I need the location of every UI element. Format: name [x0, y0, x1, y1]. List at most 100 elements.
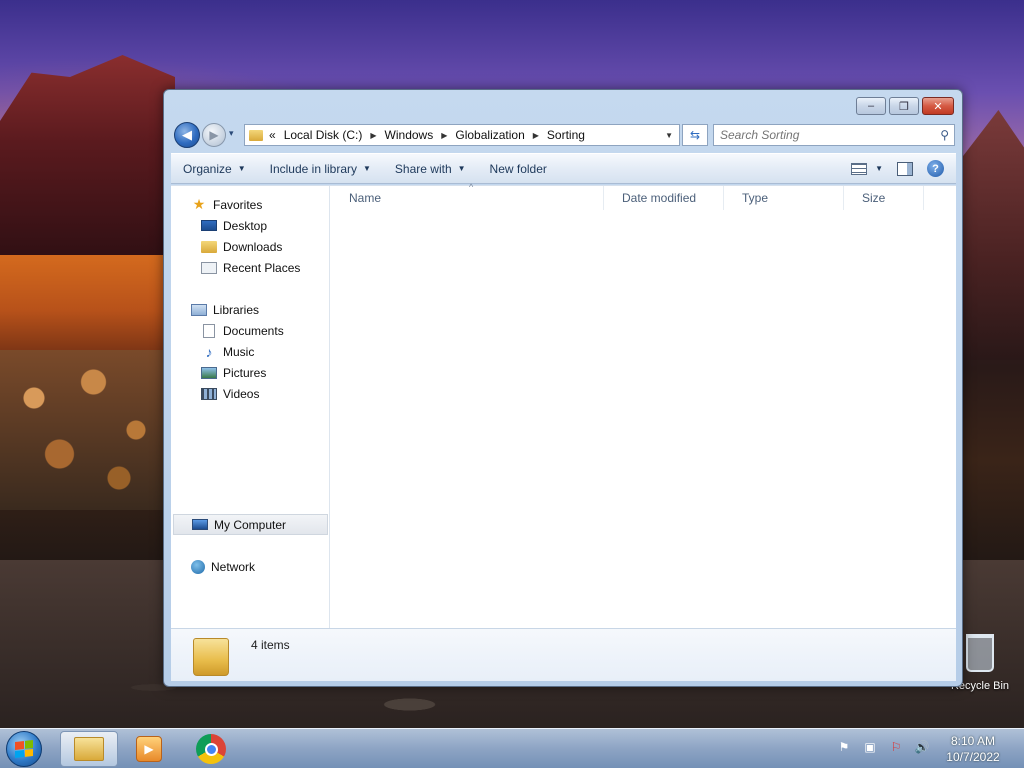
star-icon: ★	[192, 196, 206, 212]
nav-pictures[interactable]: Pictures	[171, 362, 330, 383]
nav-network[interactable]: Network	[171, 556, 330, 577]
breadcrumb-sorting[interactable]: Sorting	[547, 128, 585, 142]
search-box[interactable]: ⚲	[713, 124, 955, 146]
nav-documents[interactable]: Documents	[171, 320, 330, 341]
nav-my-computer[interactable]: My Computer	[173, 514, 328, 535]
folder-icon	[249, 129, 263, 141]
nav-downloads[interactable]: Downloads	[171, 236, 330, 257]
system-tray: ⚑ ▣ ⚐ 🔊	[836, 739, 930, 755]
explorer-icon	[74, 737, 104, 761]
close-button[interactable]: ✕	[922, 97, 954, 115]
file-list[interactable]: ^ Name Date modified Type Size	[331, 182, 956, 629]
pictures-icon	[201, 366, 217, 379]
column-header-size[interactable]: Size	[844, 186, 924, 210]
organize-label: Organize	[183, 161, 232, 176]
breadcrumb-local-disk[interactable]: Local Disk (C:)	[284, 128, 363, 142]
minimize-button[interactable]: –	[856, 97, 886, 115]
taskbar-explorer[interactable]	[60, 731, 118, 767]
music-icon: ♪	[205, 343, 213, 360]
flag-icon[interactable]: ⚐	[888, 739, 904, 755]
details-pane: 4 items	[171, 628, 956, 681]
taskbar: ▶ ⚑ ▣ ⚐ 🔊 8:10 AM 10/7/2022	[0, 728, 1024, 768]
help-icon[interactable]: ?	[927, 160, 944, 177]
navigation-pane[interactable]: ★ Favorites Desktop Downloads Recent Pla…	[171, 186, 330, 629]
chevron-down-icon: ▼	[875, 164, 883, 173]
clock[interactable]: 8:10 AM 10/7/2022	[935, 733, 1011, 765]
nav-music-label: Music	[223, 344, 255, 359]
network-icon	[191, 559, 205, 574]
change-view-button[interactable]: ▼	[851, 162, 883, 175]
search-input[interactable]	[720, 128, 920, 142]
address-overflow-button[interactable]: «	[269, 128, 276, 142]
nav-favorites[interactable]: ★ Favorites	[171, 194, 330, 215]
maximize-button[interactable]: ❐	[889, 97, 919, 115]
libraries-group: Libraries Documents ♪ Music Pictures Vid…	[171, 299, 330, 404]
share-with-label: Share with	[394, 161, 452, 176]
nav-music[interactable]: ♪ Music	[171, 341, 330, 362]
wallpaper-rocks	[0, 350, 170, 510]
folder-icon	[193, 638, 229, 676]
nav-pictures-label: Pictures	[223, 365, 267, 380]
action-center-icon[interactable]: ⚑	[836, 739, 852, 755]
explorer-window: – ❐ ✕ ◀ ▶ ▾ « Local Disk (C:) ▶ Windows …	[163, 89, 963, 687]
breadcrumb-separator-icon[interactable]: ▶	[441, 131, 447, 140]
column-header-type[interactable]: Type	[724, 186, 844, 210]
recent-places-icon	[201, 261, 217, 274]
address-bar[interactable]: « Local Disk (C:) ▶ Windows ▶ Globalizat…	[244, 124, 680, 146]
nav-desktop-label: Desktop	[223, 218, 268, 233]
favorites-group: ★ Favorites Desktop Downloads Recent Pla…	[171, 194, 330, 278]
nav-videos[interactable]: Videos	[171, 383, 330, 404]
navigation-bar: ◀ ▶ ▾ « Local Disk (C:) ▶ Windows ▶ Glob…	[172, 122, 956, 148]
recycle-bin-icon	[966, 634, 994, 672]
videos-icon	[201, 387, 217, 400]
chevron-down-icon: ▼	[457, 164, 466, 173]
recent-pages-dropdown[interactable]: ▾	[229, 128, 234, 139]
volume-icon[interactable]: 🔊	[914, 739, 930, 755]
nav-my-computer-label: My Computer	[214, 517, 287, 532]
nav-downloads-label: Downloads	[223, 239, 283, 254]
nav-documents-label: Documents	[223, 323, 284, 338]
libraries-icon	[191, 303, 207, 316]
forward-button[interactable]: ▶	[202, 123, 226, 147]
address-dropdown-icon[interactable]: ▼	[665, 131, 673, 140]
item-count: 4 items	[251, 638, 290, 652]
start-button[interactable]	[6, 731, 42, 767]
nav-desktop[interactable]: Desktop	[171, 215, 330, 236]
chrome-icon	[196, 734, 226, 764]
explorer-body: ★ Favorites Desktop Downloads Recent Pla…	[171, 182, 956, 629]
back-button[interactable]: ◀	[174, 122, 200, 148]
nav-recent-places-label: Recent Places	[223, 260, 301, 275]
refresh-button[interactable]: ⇆	[682, 124, 708, 146]
windows-logo-icon	[15, 740, 33, 758]
breadcrumb-windows[interactable]: Windows	[385, 128, 434, 142]
column-header-name[interactable]: Name	[331, 186, 604, 210]
breadcrumb-separator-icon[interactable]: ▶	[533, 131, 539, 140]
column-header-date-modified[interactable]: Date modified	[604, 186, 724, 210]
details-view-icon	[851, 162, 868, 175]
desktop-icon	[201, 220, 217, 231]
view-controls: ▼ ?	[851, 160, 956, 177]
nav-libraries[interactable]: Libraries	[171, 299, 330, 320]
preview-pane-icon[interactable]	[897, 161, 913, 176]
chevron-down-icon: ▼	[363, 164, 371, 173]
breadcrumb-globalization[interactable]: Globalization	[455, 128, 524, 142]
nav-recent-places[interactable]: Recent Places	[171, 257, 330, 278]
computer-icon	[192, 519, 208, 530]
search-icon[interactable]: ⚲	[940, 128, 949, 142]
nav-videos-label: Videos	[223, 386, 260, 401]
network-status-icon[interactable]: ▣	[862, 739, 878, 755]
taskbar-chrome[interactable]	[182, 731, 240, 767]
nav-libraries-label: Libraries	[213, 302, 260, 317]
new-folder-button[interactable]: New folder	[478, 162, 559, 176]
share-with-button[interactable]: Share with ▼	[383, 162, 478, 176]
wallpaper-mountain	[0, 55, 175, 275]
clock-time: 8:10 AM	[950, 734, 996, 748]
include-in-library-label: Include in library	[269, 161, 357, 176]
organize-button[interactable]: Organize ▼	[171, 162, 258, 176]
taskbar-media-player[interactable]: ▶	[120, 731, 178, 767]
clock-date: 10/7/2022	[946, 750, 1000, 764]
wallpaper-mountain-right	[960, 110, 1024, 360]
window-controls: – ❐ ✕	[856, 97, 954, 115]
include-in-library-button[interactable]: Include in library ▼	[258, 162, 383, 176]
breadcrumb-separator-icon[interactable]: ▶	[370, 131, 376, 140]
